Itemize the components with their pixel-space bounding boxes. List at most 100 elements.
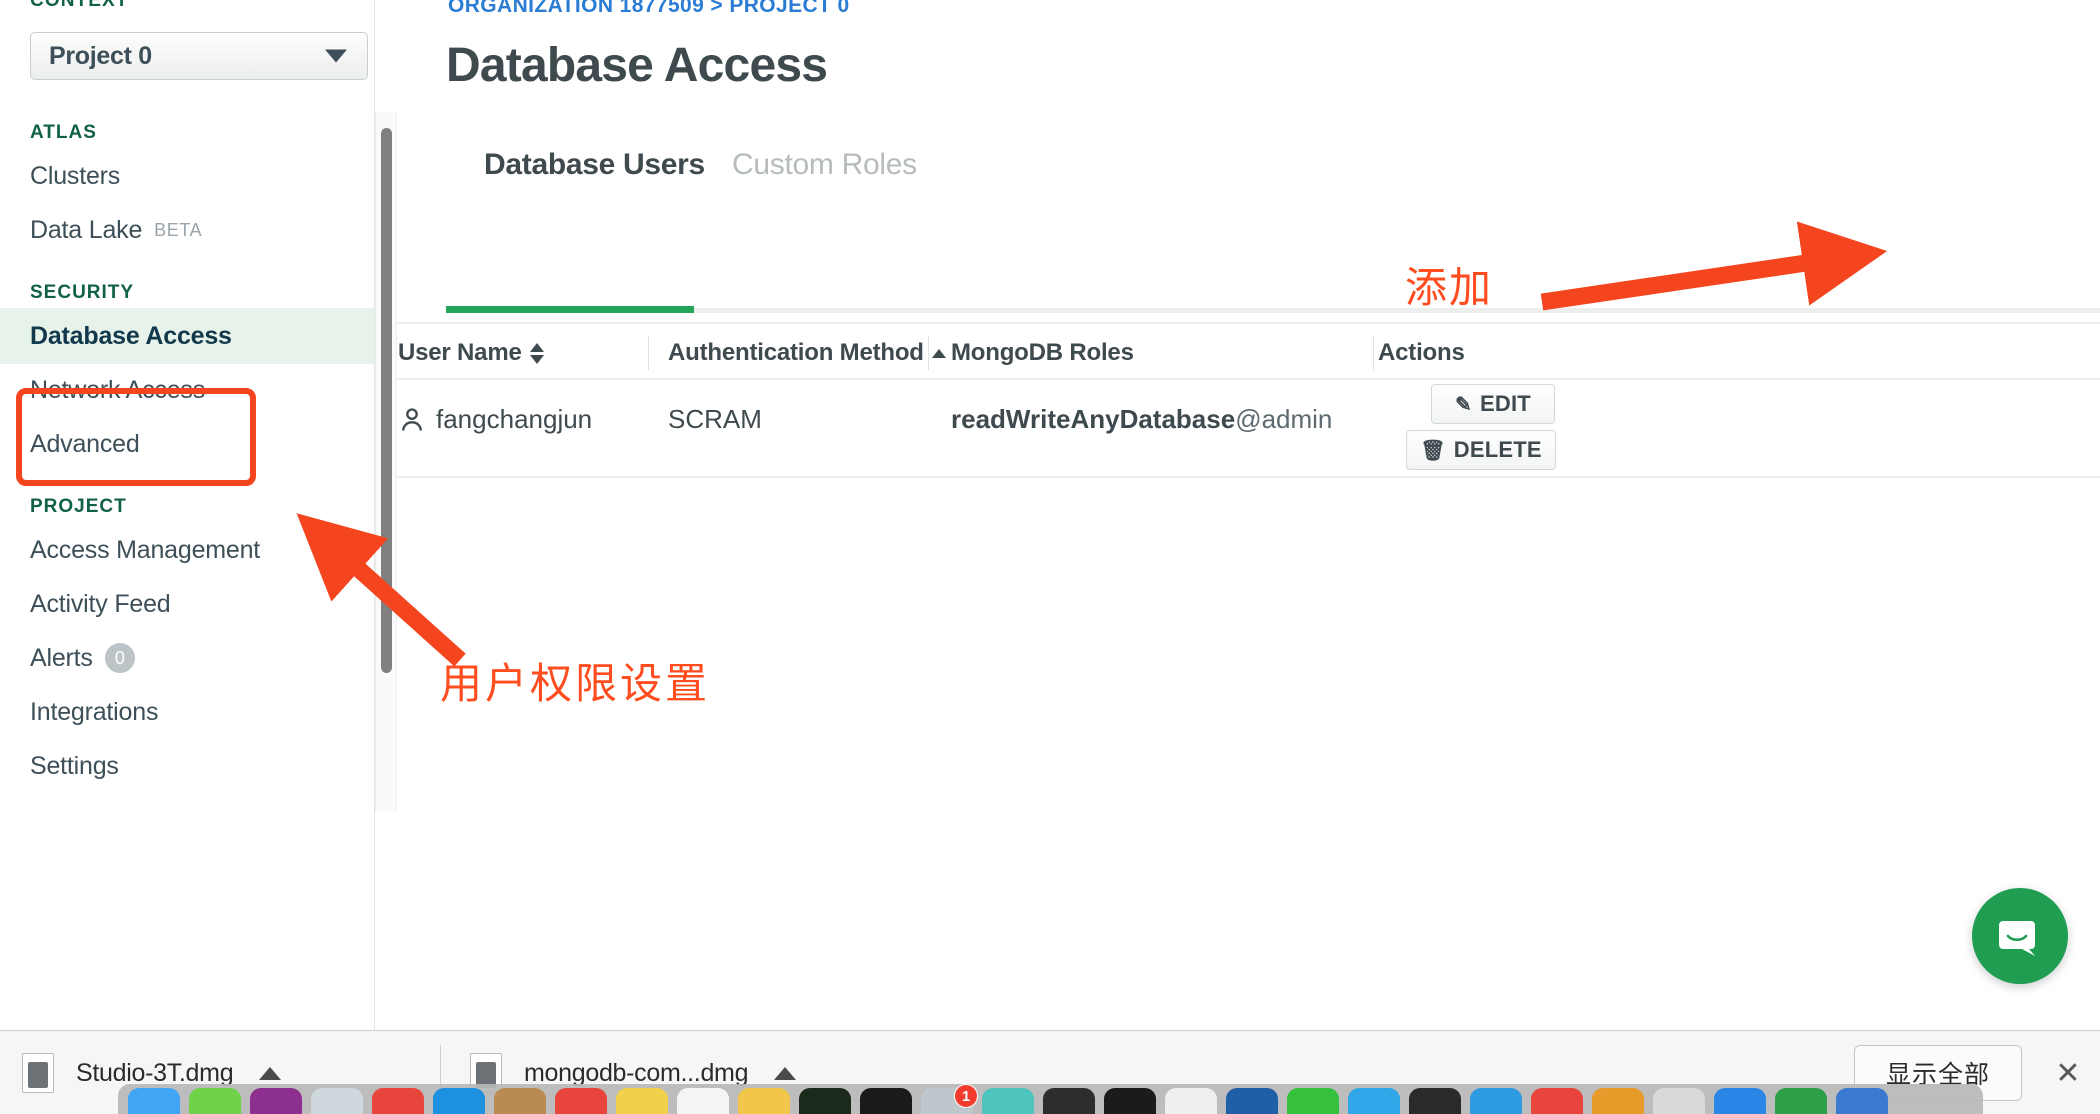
finder-icon[interactable]	[128, 1088, 180, 1114]
activity-monitor-icon[interactable]	[799, 1088, 851, 1114]
sidebar-item-activity-feed[interactable]: Activity Feed	[0, 576, 375, 632]
siri-icon[interactable]	[1653, 1088, 1705, 1114]
column-header-label: User Name	[398, 339, 522, 366]
sidebar-item-label: Network Access	[30, 375, 206, 404]
evernote-icon[interactable]	[982, 1088, 1034, 1114]
column-divider	[1373, 336, 1374, 370]
messages-icon[interactable]	[189, 1088, 241, 1114]
sidebar-item-label: Clusters	[30, 161, 121, 190]
xcode-icon[interactable]	[1836, 1088, 1888, 1114]
sidebar-item-integrations[interactable]: Integrations	[0, 684, 375, 740]
chevron-up-icon[interactable]	[259, 1066, 282, 1080]
notes-icon[interactable]	[616, 1088, 668, 1114]
sidebar-item-data-lake[interactable]: Data Lake BETA	[0, 202, 375, 258]
opera-icon[interactable]	[1104, 1088, 1156, 1114]
alerts-count-badge: 0	[104, 643, 135, 673]
iterm-icon[interactable]	[1043, 1088, 1095, 1114]
calendar-icon[interactable]	[555, 1088, 607, 1114]
sort-both-icon	[529, 342, 544, 364]
adobe-icon[interactable]	[1531, 1088, 1583, 1114]
chevron-down-icon	[325, 49, 347, 63]
appstore-icon[interactable]	[1714, 1088, 1766, 1114]
sidebar-item-label: Integrations	[30, 697, 159, 726]
screen: CONTEXT Project 0 ATLAS Clusters Data La…	[0, 0, 2100, 1114]
idea-icon[interactable]	[1775, 1088, 1827, 1114]
sidebar-item-alerts[interactable]: Alerts 0	[0, 630, 375, 686]
reminders-icon[interactable]	[738, 1088, 790, 1114]
sidebar-item-clusters[interactable]: Clusters	[0, 148, 375, 204]
chevron-up-icon[interactable]	[774, 1066, 797, 1080]
delete-button-label: DELETE	[1453, 437, 1542, 462]
intercom-chat-button[interactable]	[1972, 888, 2068, 984]
sidebar-item-settings[interactable]: Settings	[0, 738, 375, 794]
sidebar-item-network-access[interactable]: Network Access	[0, 362, 375, 418]
user-name-value: fangchangjun	[436, 404, 593, 434]
photos-icon[interactable]	[250, 1088, 302, 1114]
edit-button-label: EDIT	[1480, 391, 1531, 416]
annotation-permission-text: 用户权限设置	[440, 660, 711, 707]
column-header-label: Authentication Method	[668, 339, 924, 366]
safari-icon[interactable]	[311, 1088, 363, 1114]
column-divider	[928, 336, 929, 370]
delete-button[interactable]: 🗑 DELETE	[1406, 430, 1556, 470]
sidebar-section-security: SECURITY	[30, 282, 135, 303]
sidebar: CONTEXT Project 0 ATLAS Clusters Data La…	[0, 0, 375, 1030]
tab-underline-active	[446, 306, 694, 313]
column-divider	[648, 336, 649, 370]
auth-method-value: SCRAM	[668, 404, 762, 434]
terminal-icon[interactable]	[860, 1088, 912, 1114]
tab-label: Custom Roles	[732, 148, 917, 181]
dmg-file-icon	[22, 1053, 54, 1093]
sidebar-scrollbar-thumb[interactable]	[381, 128, 392, 673]
trash-icon: 🗑	[1420, 439, 1446, 462]
tab-underline-base	[446, 308, 2100, 313]
sort-asc-icon	[931, 348, 946, 358]
breadcrumb[interactable]: ORGANIZATION 1877509 > PROJECT 0	[448, 0, 850, 18]
tab-bar: Database Users Custom Roles	[446, 148, 2100, 313]
project-selector[interactable]: Project 0	[30, 32, 368, 80]
pencil-icon: ✎	[1455, 393, 1473, 416]
sidebar-item-label: Data Lake	[30, 215, 143, 244]
column-header-label: MongoDB Roles	[951, 339, 1134, 366]
cell-mongodb-roles: readWriteAnyDatabase @admin	[951, 404, 1332, 435]
skype-icon[interactable]	[1409, 1088, 1461, 1114]
sidebar-item-label: Settings	[30, 751, 119, 780]
sidebar-item-label: Activity Feed	[30, 589, 171, 618]
files-icon[interactable]	[494, 1088, 546, 1114]
macos-dock: 1	[118, 1084, 1983, 1114]
sketch-icon[interactable]	[433, 1088, 485, 1114]
sidebar-item-label: Alerts	[30, 643, 93, 672]
dock-badge: 1	[954, 1084, 978, 1108]
database-users-table: User Name Authentication Method MongoDB …	[398, 322, 2100, 478]
sublime-icon[interactable]	[1592, 1088, 1644, 1114]
column-header-user-name[interactable]: User Name	[398, 324, 544, 382]
dropbox-icon[interactable]	[1165, 1088, 1217, 1114]
dingtalk-icon[interactable]	[1470, 1088, 1522, 1114]
column-header-mongodb-roles[interactable]: MongoDB Roles	[951, 324, 1134, 382]
studio3t-icon[interactable]	[1226, 1088, 1278, 1114]
wechat-icon[interactable]	[1287, 1088, 1339, 1114]
sidebar-item-database-access[interactable]: Database Access	[0, 308, 375, 364]
beta-badge: BETA	[154, 219, 203, 240]
edit-button[interactable]: ✎ EDIT	[1431, 384, 1555, 424]
sidebar-item-label: Access Management	[30, 535, 261, 564]
cell-user-name: fangchangjun	[398, 404, 592, 435]
sidebar-item-advanced[interactable]: Advanced	[0, 416, 375, 472]
column-header-authentication-method[interactable]: Authentication Method	[668, 324, 946, 382]
chat-bubble-icon	[1999, 921, 2035, 956]
cell-authentication-method: SCRAM	[668, 404, 762, 435]
contacts-icon[interactable]	[677, 1088, 729, 1114]
tab-custom-roles[interactable]: Custom Roles	[732, 148, 917, 210]
annotation-add-text: 添加	[1405, 264, 1494, 311]
qq-icon[interactable]	[1348, 1088, 1400, 1114]
tab-database-users[interactable]: Database Users	[484, 148, 705, 210]
system-preferences-icon[interactable]: 1	[921, 1084, 978, 1114]
user-icon	[402, 407, 422, 431]
chrome-icon[interactable]	[372, 1088, 424, 1114]
table-row: fangchangjun SCRAM readWriteAnyDatabase …	[398, 380, 2100, 478]
close-icon[interactable]: ✕	[2054, 1059, 2082, 1089]
sidebar-item-access-management[interactable]: Access Management	[0, 522, 375, 578]
project-selector-value: Project 0	[49, 41, 152, 70]
tab-label: Database Users	[484, 148, 705, 181]
role-name-value: readWriteAnyDatabase	[951, 404, 1236, 434]
